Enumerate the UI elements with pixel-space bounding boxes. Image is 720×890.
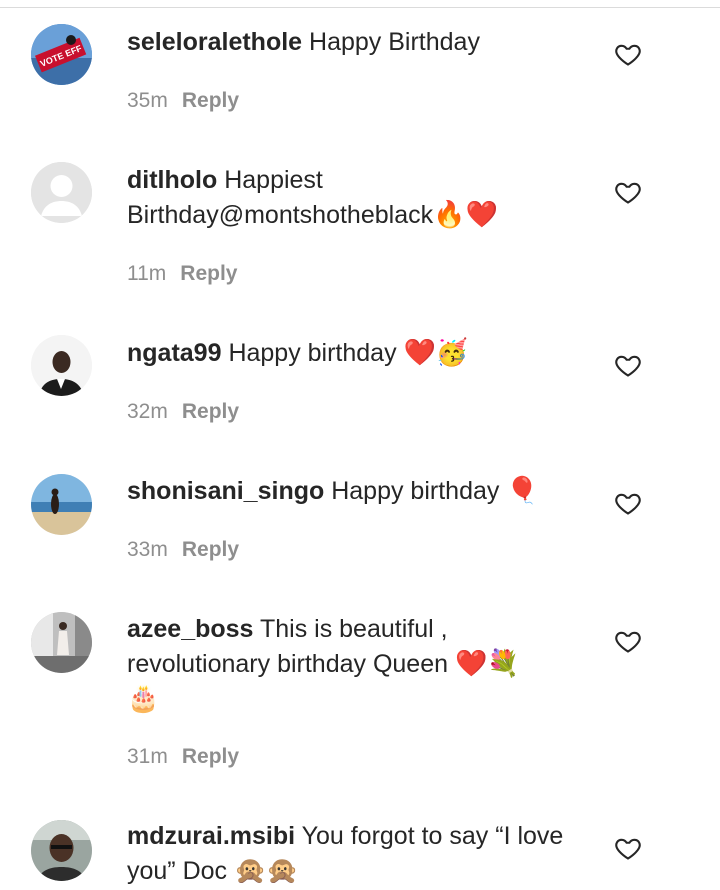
comment-timestamp: 11m xyxy=(127,262,167,285)
like-heart-icon[interactable] xyxy=(614,489,642,517)
comment-username[interactable]: shonisani_singo xyxy=(127,477,324,505)
comment-text: ngata99 Happy birthday ❤️🥳 xyxy=(127,336,587,371)
user-avatar[interactable] xyxy=(31,162,92,223)
reply-button[interactable]: Reply xyxy=(182,400,239,423)
user-avatar[interactable] xyxy=(31,335,92,396)
comment-text: shonisani_singo Happy birthday 🎈 xyxy=(127,474,587,509)
comment-text: seleloralethole Happy Birthday xyxy=(127,25,587,60)
reply-button[interactable]: Reply xyxy=(182,89,239,112)
vote-eff-avatar-icon: VOTE EFF xyxy=(31,24,92,85)
comment-message: Happy Birthday xyxy=(309,28,480,56)
emoji-speak-no-evil-monkeys: 🙊🙊 xyxy=(234,856,299,886)
emoji-cake: 🎂 xyxy=(127,684,160,714)
comment-text: mdzurai.msibi You forgot to say “I love … xyxy=(127,819,587,889)
comment-meta: 31m Reply xyxy=(127,745,239,769)
comment-meta: 11m Reply xyxy=(127,262,237,286)
reply-button[interactable]: Reply xyxy=(180,262,237,285)
reply-button[interactable]: Reply xyxy=(182,538,239,561)
man-portrait-avatar-icon xyxy=(31,820,92,881)
comment-timestamp: 35m xyxy=(127,89,168,112)
comment-username[interactable]: ngata99 xyxy=(127,339,221,367)
comment-text: azee_boss This is beautiful , revolution… xyxy=(127,612,587,717)
woman-standing-avatar-icon xyxy=(31,612,92,673)
reply-button[interactable]: Reply xyxy=(182,745,239,768)
user-avatar[interactable] xyxy=(31,612,92,673)
like-heart-icon[interactable] xyxy=(614,627,642,655)
comment-username[interactable]: ditlholo xyxy=(127,166,217,194)
comment-meta: 33m Reply xyxy=(127,538,239,562)
beach-avatar-icon xyxy=(31,474,92,535)
comment-meta: 32m Reply xyxy=(127,400,239,424)
comment-timestamp: 33m xyxy=(127,538,168,561)
like-heart-icon[interactable] xyxy=(614,40,642,68)
comment-timestamp: 31m xyxy=(127,745,168,768)
like-heart-icon[interactable] xyxy=(614,178,642,206)
comment-text: ditlholo Happiest Birthday@montshothebla… xyxy=(127,163,547,233)
comment-message: Happy birthday xyxy=(331,477,500,505)
comment-username[interactable]: azee_boss xyxy=(127,615,253,643)
man-in-suit-avatar-icon xyxy=(31,335,92,396)
emoji-balloon: 🎈 xyxy=(506,476,539,506)
user-avatar[interactable] xyxy=(31,474,92,535)
like-heart-icon[interactable] xyxy=(614,834,642,862)
comment-meta: 35m Reply xyxy=(127,89,239,113)
comment-timestamp: 32m xyxy=(127,400,168,423)
like-heart-icon[interactable] xyxy=(614,351,642,379)
comment-message: Happy birthday xyxy=(228,339,397,367)
user-avatar[interactable]: VOTE EFF xyxy=(31,24,92,85)
comment-username[interactable]: seleloralethole xyxy=(127,28,302,56)
user-avatar[interactable] xyxy=(31,820,92,881)
top-divider xyxy=(0,7,720,8)
default-user-avatar-icon xyxy=(31,162,92,223)
emoji-heart-bouquet: ❤️💐 xyxy=(454,649,520,679)
comment-username[interactable]: mdzurai.msibi xyxy=(127,822,295,850)
emoji-heart-party: ❤️🥳 xyxy=(403,338,469,368)
emoji-fire-heart: 🔥❤️ xyxy=(433,200,498,230)
